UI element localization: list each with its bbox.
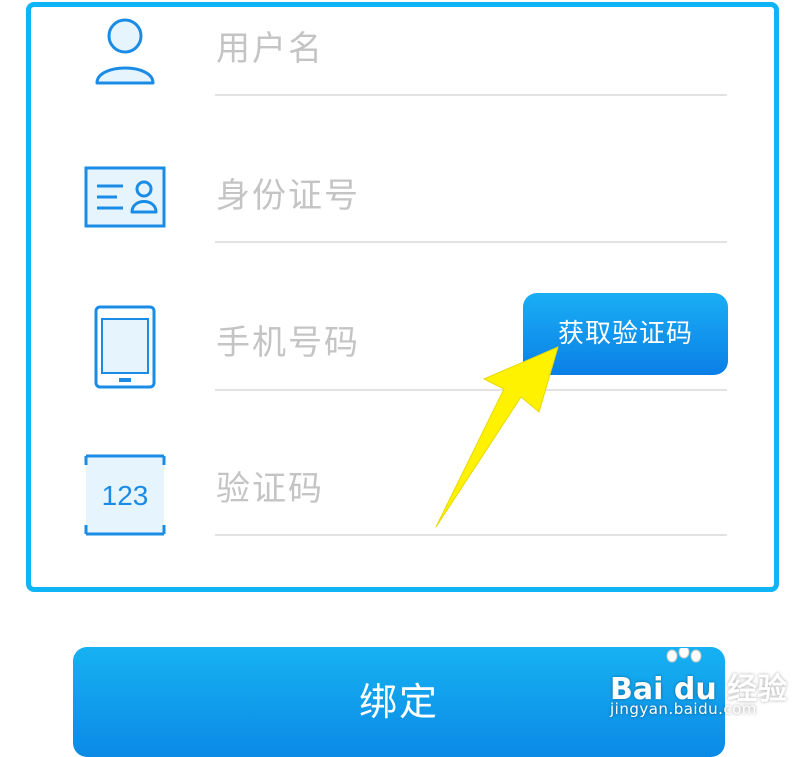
- code-123-icon-text: 123: [102, 480, 149, 511]
- user-icon: [83, 11, 167, 95]
- baidu-watermark: Bai du 经验 jingyan.baidu.com: [606, 648, 796, 728]
- username-input[interactable]: 用户名: [216, 21, 324, 70]
- code-input[interactable]: 验证码: [216, 461, 324, 510]
- id-number-input[interactable]: 身份证号: [216, 168, 360, 217]
- id-card-icon: [83, 156, 167, 240]
- phone-input[interactable]: 手机号码: [216, 315, 360, 364]
- phone-icon: [83, 305, 167, 389]
- yellow-arrow-icon: [435, 346, 559, 528]
- id-number-row[interactable]: 身份证号: [31, 153, 774, 293]
- username-underline: [215, 94, 727, 96]
- id-number-underline: [215, 241, 727, 243]
- form-card: 用户名 身份证号 手机号码 123 验证码 获取验证码: [26, 2, 779, 592]
- baidu-url-text: jingyan.baidu.com: [610, 700, 757, 718]
- code-123-icon: 123: [83, 453, 167, 537]
- username-row[interactable]: 用户名: [31, 7, 774, 147]
- code-row[interactable]: 123 验证码: [31, 445, 774, 585]
